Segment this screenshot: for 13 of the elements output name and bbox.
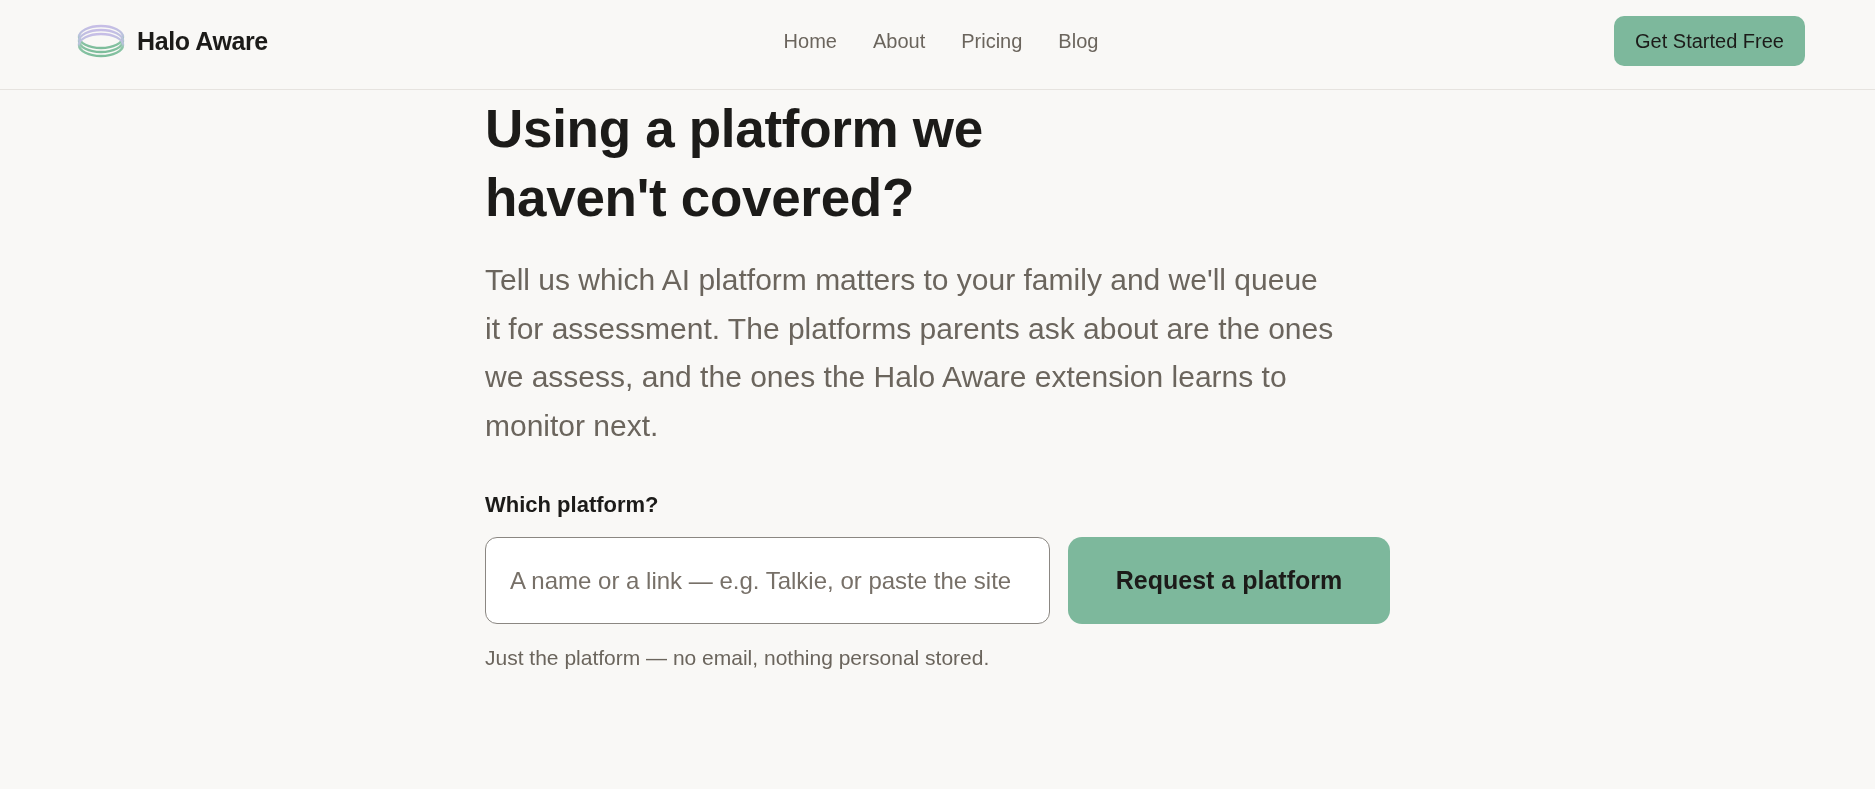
nav-link[interactable]: About: [872, 29, 926, 53]
field-label: Which platform?: [485, 491, 660, 519]
ring-logo-icon: [77, 24, 125, 58]
intro-paragraph: Tell us which AI platform matters to your family and we'll queue it for assessment. The platforms parents ask about are the ones we assess, and the ones the Halo Aware extension learns to monitor next.: [485, 262, 1335, 444]
nav-link[interactable]: Blog: [1058, 29, 1099, 53]
request-platform-button[interactable]: Request a platform: [1068, 537, 1390, 624]
nav-link[interactable]: Home: [783, 29, 837, 53]
get-started-button[interactable]: Get Started Free: [1614, 16, 1805, 66]
platform-input[interactable]: A name or a link — e.g. Talkie, or paste the site: [485, 537, 1050, 624]
nav-link[interactable]: Pricing: [961, 29, 1023, 53]
brand-name: Halo Aware: [137, 26, 268, 56]
helper-text: Just the platform — no email, nothing personal stored.: [485, 645, 991, 671]
page-heading: Using a platform we haven't covered?: [485, 98, 984, 229]
